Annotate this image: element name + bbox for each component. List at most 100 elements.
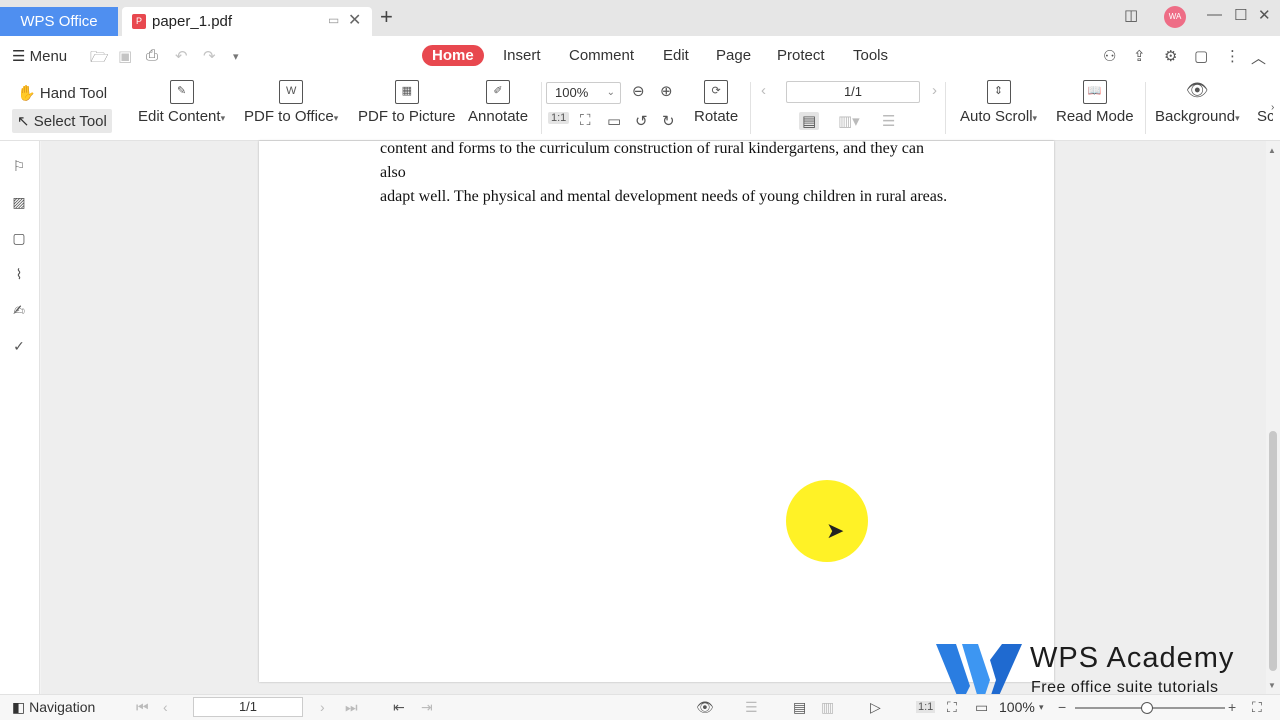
double-page-icon[interactable]: ▥▾ bbox=[838, 112, 860, 130]
signature-icon[interactable]: ✍ bbox=[10, 301, 28, 319]
first-page-icon[interactable]: ⏮ bbox=[136, 699, 149, 716]
bookmark-icon[interactable]: ⚐ bbox=[10, 157, 28, 175]
comment-icon[interactable]: ▢ bbox=[10, 229, 28, 247]
select-tool-button[interactable]: ↖ Select Tool bbox=[12, 109, 112, 133]
previous-page-icon[interactable]: ‹ bbox=[761, 82, 766, 99]
pdf-to-office-icon: W bbox=[279, 80, 304, 104]
page-number-input[interactable]: 1/1 bbox=[786, 81, 920, 103]
last-page-icon[interactable]: ⏭ bbox=[345, 699, 358, 716]
pdf-to-picture-label: PDF to Picture bbox=[358, 108, 456, 125]
zoom-out-status-icon[interactable]: − bbox=[1058, 699, 1066, 715]
new-tab-plus-icon[interactable]: + bbox=[380, 6, 393, 28]
undo-icon[interactable]: ↶ bbox=[175, 47, 188, 65]
pdf-to-picture-button[interactable]: ▦ PDF to Picture bbox=[358, 80, 456, 125]
arrow-pointer-icon: ↖ bbox=[17, 113, 30, 130]
share-icon[interactable]: ⇪ bbox=[1133, 47, 1146, 65]
app-tab-wps-office[interactable]: WPS Office bbox=[0, 7, 118, 36]
ribbon-scroll-right-icon[interactable]: › bbox=[1271, 102, 1274, 113]
actual-size-status-icon[interactable]: 1:1 bbox=[916, 701, 936, 713]
tab-comment[interactable]: Comment bbox=[569, 47, 634, 64]
customize-dropdown-icon[interactable]: ▾ bbox=[233, 50, 239, 63]
save-icon[interactable]: ▣ bbox=[118, 47, 132, 65]
hand-tool-button[interactable]: ✋ Hand Tool bbox=[12, 81, 112, 105]
status-page-input[interactable]: 1/1 bbox=[193, 697, 303, 717]
play-slideshow-icon[interactable]: ▷ bbox=[870, 699, 881, 716]
actual-size-icon[interactable]: 1:1 bbox=[548, 112, 570, 124]
attachment-paperclip-icon[interactable]: ⌇ bbox=[10, 265, 28, 283]
tab-protect[interactable]: Protect bbox=[777, 47, 825, 64]
fit-width-icon[interactable]: ▭ bbox=[607, 112, 621, 130]
zoom-select[interactable]: 100% ⌄ bbox=[546, 82, 621, 104]
menu-button[interactable]: ☰ Menu bbox=[12, 47, 67, 65]
tab-tools[interactable]: Tools bbox=[853, 47, 888, 64]
annotate-pen-icon: ✐ bbox=[486, 80, 511, 104]
layout-switch-icon[interactable]: ◫ bbox=[1124, 6, 1138, 24]
toolbar-separator bbox=[945, 82, 946, 134]
zoom-value: 100% bbox=[555, 85, 589, 100]
settings-gear-icon[interactable]: ⚙ bbox=[1164, 47, 1177, 65]
tab-home[interactable]: Home bbox=[422, 45, 484, 66]
vertical-scrollbar[interactable]: ▲ ▼ bbox=[1266, 141, 1280, 694]
zoom-slider-handle[interactable] bbox=[1141, 702, 1153, 714]
collaborate-icon[interactable]: ⚇ bbox=[1103, 47, 1116, 65]
comment-bubble-icon[interactable]: ▢ bbox=[1194, 47, 1208, 65]
background-button[interactable]: 👁 Background▾ bbox=[1155, 80, 1240, 125]
scroll-up-icon[interactable]: ▲ bbox=[1268, 146, 1276, 155]
user-avatar[interactable]: WA bbox=[1164, 6, 1186, 28]
prev-page-icon[interactable]: ‹ bbox=[163, 699, 168, 715]
next-page-icon[interactable]: › bbox=[320, 699, 325, 715]
continuous-page-icon[interactable]: ☰ bbox=[882, 112, 895, 130]
tab-edit[interactable]: Edit bbox=[663, 47, 689, 64]
wps-academy-watermark: WPS Academy Free office suite tutorials bbox=[936, 640, 1266, 702]
fit-page-status-icon[interactable]: ⛶ bbox=[947, 699, 957, 716]
zoom-dropdown-icon[interactable]: ▾ bbox=[1039, 702, 1044, 713]
forward-view-icon[interactable]: ⇥ bbox=[421, 699, 433, 716]
close-window-icon[interactable]: ✕ bbox=[1258, 6, 1271, 24]
tab-insert[interactable]: Insert bbox=[503, 47, 541, 64]
scrollbar-thumb[interactable] bbox=[1269, 431, 1277, 671]
open-folder-icon[interactable]: 🗁 bbox=[90, 47, 109, 72]
fit-width-status-icon[interactable]: ▭ bbox=[975, 699, 988, 716]
picture-icon: ▦ bbox=[394, 80, 419, 104]
document-tab[interactable]: P paper_1.pdf ▭ ✕ bbox=[122, 7, 372, 36]
document-canvas[interactable]: content and forms to the curriculum cons… bbox=[41, 140, 1266, 694]
minimize-icon[interactable]: — bbox=[1207, 6, 1222, 23]
fullscreen-icon[interactable]: ⛶ bbox=[1252, 699, 1262, 716]
more-options-icon[interactable]: ⋮ bbox=[1225, 47, 1240, 65]
auto-scroll-button[interactable]: ⇕ Auto Scroll▾ bbox=[960, 80, 1037, 125]
zoom-in-icon[interactable]: ⊕ bbox=[660, 82, 673, 100]
next-page-icon[interactable]: › bbox=[932, 82, 937, 99]
hand-icon: ✋ bbox=[17, 85, 36, 102]
edit-content-button[interactable]: ✎ Edit Content▾ bbox=[138, 80, 225, 125]
sign-document-icon[interactable]: ✓ bbox=[10, 337, 28, 355]
thumbnail-icon[interactable]: ▨ bbox=[10, 193, 28, 211]
redo-icon[interactable]: ↷ bbox=[203, 47, 216, 65]
left-side-panel: ⚐ ▨ ▢ ⌇ ✍ ✓ bbox=[0, 141, 40, 694]
annotate-button[interactable]: ✐ Annotate bbox=[468, 80, 528, 125]
single-page-icon[interactable]: ▤ bbox=[799, 112, 820, 130]
pdf-page[interactable]: content and forms to the curriculum cons… bbox=[259, 140, 1054, 682]
eye-protection-icon[interactable]: 👁 bbox=[696, 699, 714, 716]
annotate-label: Annotate bbox=[468, 108, 529, 125]
tab-page[interactable]: Page bbox=[716, 47, 751, 64]
float-window-icon[interactable]: ▭ bbox=[328, 13, 339, 27]
back-view-icon[interactable]: ⇤ bbox=[393, 699, 405, 716]
pdf-to-office-button[interactable]: W PDF to Office▾ bbox=[244, 80, 338, 125]
collapse-ribbon-icon[interactable]: ︿ bbox=[1251, 47, 1266, 68]
print-icon[interactable]: ⎙ bbox=[146, 47, 158, 64]
read-mode-button[interactable]: 📖 Read Mode bbox=[1056, 80, 1134, 125]
zoom-out-icon[interactable]: ⊖ bbox=[632, 82, 645, 100]
rotate-button[interactable]: ⟳ Rotate bbox=[694, 80, 738, 125]
two-page-view-icon[interactable]: ▥ bbox=[821, 699, 834, 716]
single-page-view-icon[interactable]: ▤ bbox=[793, 699, 806, 716]
scroll-down-icon[interactable]: ▼ bbox=[1268, 681, 1276, 690]
navigation-button[interactable]: ◧ Navigation bbox=[12, 699, 95, 716]
rotate-left-icon[interactable]: ↺ bbox=[635, 112, 648, 130]
zoom-in-status-icon[interactable]: + bbox=[1228, 699, 1236, 715]
maximize-icon[interactable]: ☐ bbox=[1234, 6, 1247, 24]
status-zoom-value[interactable]: 100% bbox=[999, 699, 1035, 715]
fit-page-icon[interactable]: ⛶ bbox=[580, 112, 591, 129]
close-tab-icon[interactable]: ✕ bbox=[348, 10, 361, 30]
continuous-view-icon[interactable]: ☰ bbox=[745, 699, 758, 716]
rotate-right-icon[interactable]: ↻ bbox=[662, 112, 675, 130]
